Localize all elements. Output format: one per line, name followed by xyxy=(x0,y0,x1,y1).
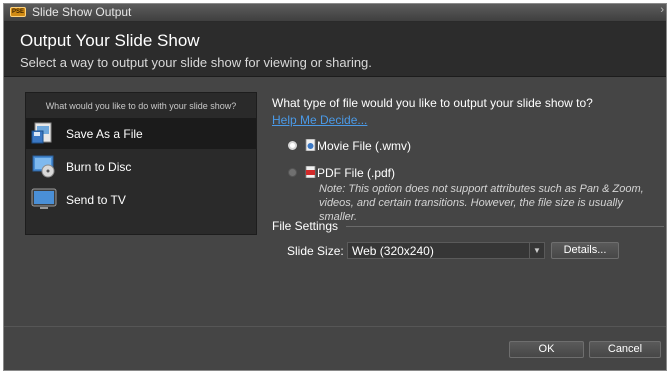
title-bar[interactable]: PSE Slide Show Output › xyxy=(4,4,666,22)
slide-size-value: Web (320x240) xyxy=(352,244,434,258)
output-method-question: What would you like to do with your slid… xyxy=(45,101,237,111)
option-label: Save As a File xyxy=(66,127,143,141)
pdf-note: Note: This option does not support attri… xyxy=(319,183,644,223)
details-button[interactable]: Details... xyxy=(551,242,619,259)
burn-disc-icon xyxy=(32,155,55,178)
movie-file-icon xyxy=(305,139,316,151)
page-subtitle: Select a way to output your slide show f… xyxy=(20,55,372,70)
pdf-file-radio[interactable] xyxy=(288,168,297,177)
divider xyxy=(346,226,664,227)
help-me-decide-link[interactable]: Help Me Decide... xyxy=(272,113,367,127)
file-settings-heading: File Settings xyxy=(272,219,339,233)
option-label: Send to TV xyxy=(66,193,126,207)
movie-file-radio[interactable] xyxy=(288,141,297,150)
option-send-to-tv[interactable]: Send to TV xyxy=(26,184,256,215)
pdf-file-icon xyxy=(305,166,316,178)
tv-icon xyxy=(31,188,57,209)
option-burn-to-disc[interactable]: Burn to Disc xyxy=(26,151,256,182)
chevron-down-icon[interactable]: ▼ xyxy=(529,243,544,258)
footer-divider xyxy=(4,326,666,327)
file-type-question: What type of file would you like to outp… xyxy=(272,96,593,110)
output-method-panel: What would you like to do with your slid… xyxy=(25,92,257,235)
slide-size-select[interactable]: Web (320x240) ▼ xyxy=(347,242,545,259)
option-save-as-file[interactable]: Save As a File xyxy=(26,118,256,149)
dialog-window: PSE Slide Show Output › Output Your Slid… xyxy=(3,3,667,371)
app-logo-icon: PSE xyxy=(10,7,26,17)
slide-size-label: Slide Size: xyxy=(287,244,344,258)
cancel-button[interactable]: Cancel xyxy=(589,341,661,358)
save-file-icon xyxy=(31,122,52,144)
option-label: Burn to Disc xyxy=(66,160,132,174)
window-title: Slide Show Output xyxy=(32,5,132,19)
ok-button[interactable]: OK xyxy=(509,341,584,358)
close-icon[interactable]: › xyxy=(660,4,664,16)
movie-file-label[interactable]: Movie File (.wmv) xyxy=(317,139,411,153)
pdf-file-label[interactable]: PDF File (.pdf) xyxy=(317,166,395,180)
dialog-header: Output Your Slide Show Select a way to o… xyxy=(4,22,666,77)
page-title: Output Your Slide Show xyxy=(20,31,200,50)
